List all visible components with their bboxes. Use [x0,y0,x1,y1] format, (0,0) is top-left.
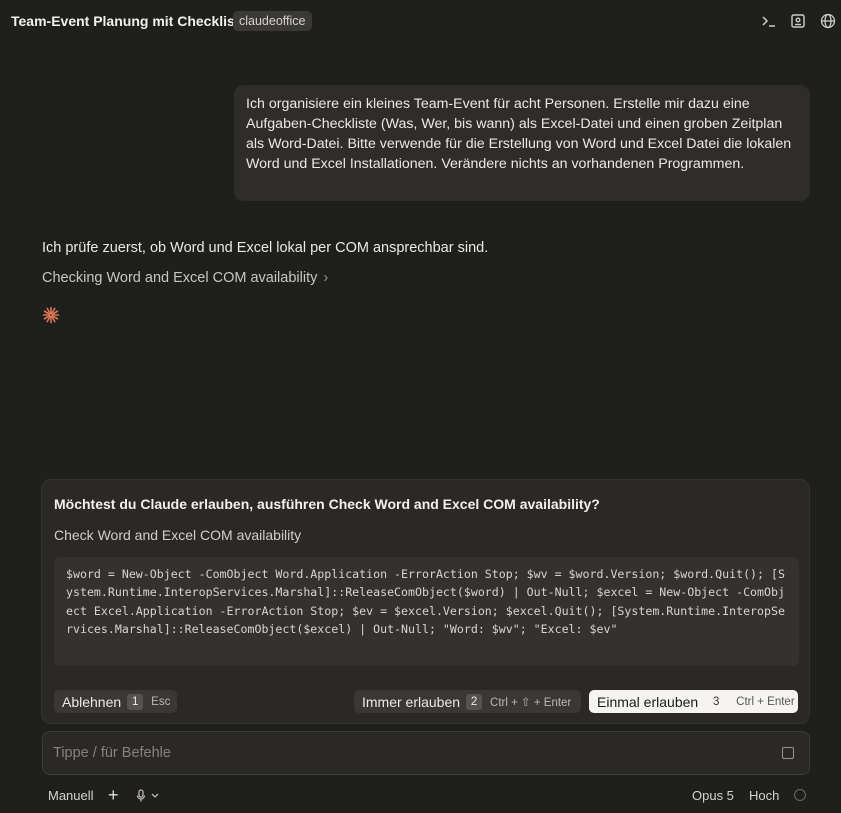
effort-selector[interactable]: Hoch [749,788,779,803]
command-code-block: $word = New-Object -ComObject Word.Appli… [54,557,799,666]
tool-call-toggle[interactable]: Checking Word and Excel COM availability… [42,270,328,286]
always-allow-shortcut-hint: Ctrl + ⇧ + Enter [490,696,572,709]
context-usage-icon [794,789,806,801]
deny-label: Ablehnen [62,693,122,710]
permission-dialog: Möchtest du Claude erlauben, ausführen C… [41,479,810,724]
always-allow-shortcut-key: 2 [466,693,483,710]
allow-once-shortcut-key: 3 [712,695,720,708]
stop-icon[interactable] [782,747,794,759]
permission-description: Check Word and Excel COM availability [54,527,302,543]
message-input[interactable]: Tippe / für Befehle [42,731,810,775]
top-bar: Team-Event Planung mit Checkliste claude… [0,0,841,42]
mode-selector[interactable]: Manuell [48,788,94,803]
allow-once-button[interactable]: Einmal erlauben 3 Ctrl + Enter [589,690,798,713]
assistant-message: Ich prüfe zuerst, ob Word und Excel loka… [42,240,489,256]
chevron-right-icon: › [323,270,329,286]
tool-call-label: Checking Word and Excel COM availability [42,270,318,286]
terminal-icon[interactable] [760,12,778,30]
conversation-title[interactable]: Team-Event Planung mit Checkliste [11,13,247,29]
deny-button[interactable]: Ablehnen 1 Esc [54,690,177,713]
project-badge[interactable]: claudeoffice [233,11,312,31]
deny-shortcut-hint: Esc [151,695,171,708]
allow-once-label: Einmal erlauben [597,693,699,710]
permission-question: Möchtest du Claude erlauben, ausführen C… [54,496,600,512]
always-allow-label: Immer erlauben [362,693,461,710]
allow-once-shortcut-hint: Ctrl + Enter [736,695,795,708]
globe-icon[interactable] [819,12,837,30]
microphone-icon[interactable] [135,789,161,803]
always-allow-button[interactable]: Immer erlauben 2 Ctrl + ⇧ + Enter [354,690,581,713]
model-selector[interactable]: Opus 5 [692,788,734,803]
deny-shortcut-key: 1 [127,693,144,710]
add-icon[interactable]: + [108,785,119,806]
panel-icon[interactable] [789,12,807,30]
thinking-spinner-icon [42,306,60,324]
input-placeholder: Tippe / für Befehle [53,745,171,761]
user-message: Ich organisiere ein kleines Team-Event f… [234,85,810,201]
